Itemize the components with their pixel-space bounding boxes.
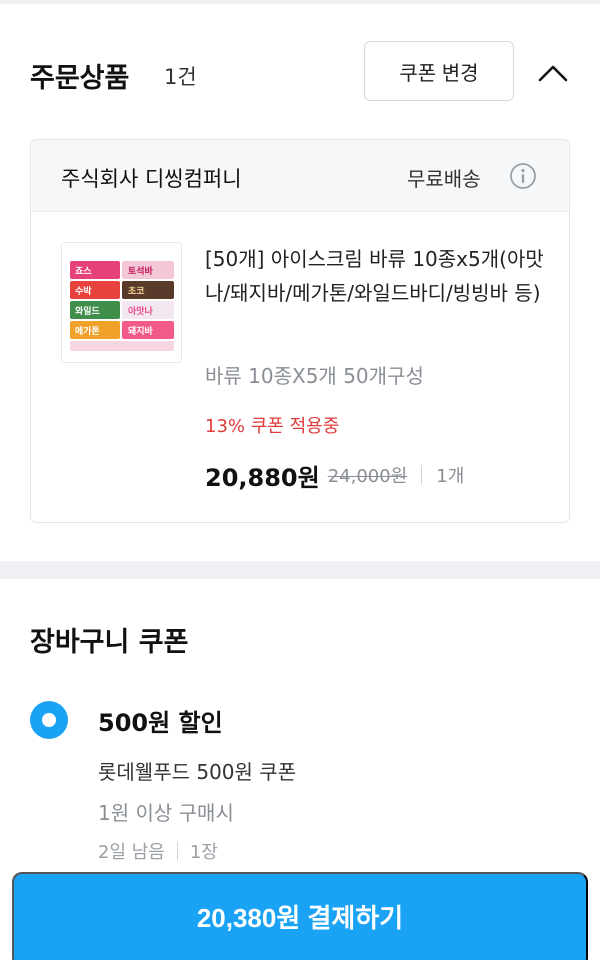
thumb-label: 죠스 (75, 266, 92, 277)
cart-coupon-title: 장바구니 쿠폰 (30, 627, 189, 658)
coupon-name[interactable]: 500원 할인 (98, 703, 223, 738)
coupon-change-button[interactable]: 쿠폰 변경 (364, 41, 514, 101)
seller-header: 주식회사 디씽컴퍼니 무료배송 (31, 140, 569, 212)
quantity: 1개 (436, 466, 465, 487)
order-items-header: 주문상품 1건 쿠폰 변경 (0, 4, 600, 134)
product-option: 바류 10종X5개 50개구성 (205, 364, 424, 388)
thumb-label: 수박 (75, 285, 92, 297)
product-title[interactable]: [50개] 아이스크림 바류 10종x5개(아맛나/돼지바/메가톤/와일드바디/… (205, 242, 545, 310)
coupon-condition: 1원 이상 구매시 (98, 801, 234, 825)
order-items-title: 주문상품 (30, 63, 130, 94)
section-divider (0, 561, 600, 579)
meta-divider (176, 842, 178, 860)
thumb-label: 아맛나 (128, 305, 154, 317)
thumb-label: 토석바 (128, 265, 154, 277)
ice-cream-image: 죠스 토석바 수박 초코 와일드 아맛나 메가톤 돼지바 (62, 243, 181, 362)
original-price: 24,000원 (327, 466, 408, 487)
chevron-up-icon[interactable] (536, 56, 570, 90)
order-items-count: 1건 (164, 65, 197, 89)
seller-card: 주식회사 디씽컴퍼니 무료배송 죠스 토석바 수박 초코 와일드 아맛나 메가톤… (30, 139, 570, 523)
thumb-label: 메가톤 (75, 325, 100, 337)
coupon-count: 1장 (189, 842, 218, 863)
price-row: 20,880원 24,000원 1개 (205, 458, 464, 492)
coupon-meta: 2일 남음 1장 (98, 838, 218, 864)
thumb-label: 와일드 (75, 305, 101, 317)
product-thumbnail[interactable]: 죠스 토석바 수박 초코 와일드 아맛나 메가톤 돼지바 (61, 242, 182, 363)
thumb-label: 초코 (128, 286, 145, 297)
shipping-label: 무료배송 (407, 167, 481, 191)
info-icon[interactable] (509, 162, 537, 190)
thumb-label: 돼지바 (128, 325, 154, 337)
sale-price: 20,880원 (205, 463, 320, 492)
coupon-radio-selected[interactable] (30, 701, 68, 739)
seller-name: 주식회사 디씽컴퍼니 (61, 167, 242, 191)
price-divider (421, 465, 423, 485)
coupon-remaining: 2일 남음 (98, 842, 165, 863)
coupon-description: 롯데웰푸드 500원 쿠폰 (98, 760, 297, 784)
coupon-applied-label: 13% 쿠폰 적용중 (205, 416, 340, 437)
pay-button[interactable]: 20,380원 결제하기 (12, 872, 588, 960)
